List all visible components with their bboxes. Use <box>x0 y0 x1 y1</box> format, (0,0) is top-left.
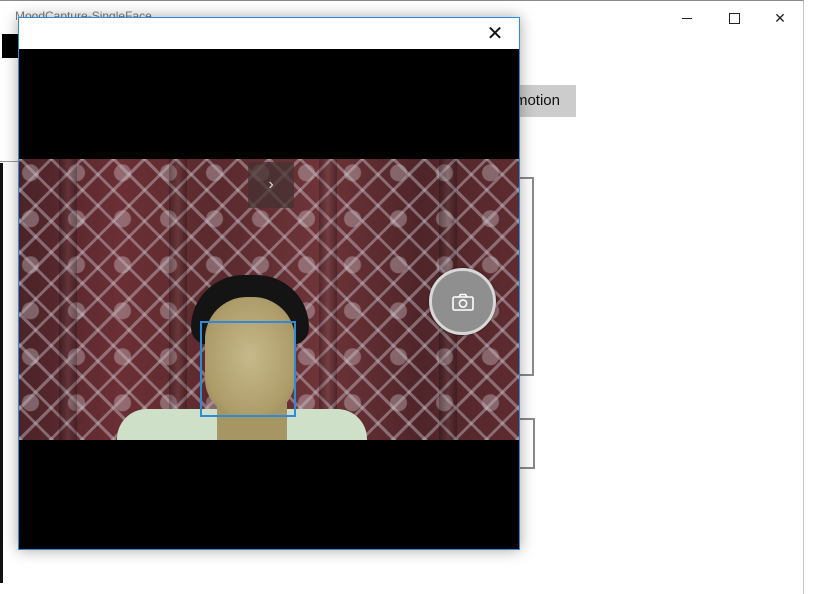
camera-capture-dialog: ✕ › <box>18 17 520 550</box>
close-icon: ✕ <box>774 9 786 26</box>
face-detection-box <box>200 321 296 417</box>
maximize-button[interactable] <box>711 5 757 31</box>
maximize-icon <box>728 12 740 24</box>
curtain-fold <box>169 159 187 440</box>
left-image-strip <box>0 163 3 583</box>
window-close-button[interactable]: ✕ <box>757 5 803 31</box>
minimize-button[interactable] <box>664 5 710 31</box>
curtain-fold <box>59 159 77 440</box>
dialog-titlebar: ✕ <box>19 18 519 49</box>
camera-icon <box>451 293 474 311</box>
camera-preview: › <box>19 159 519 440</box>
capture-photo-button[interactable] <box>429 268 496 335</box>
dialog-close-button[interactable]: ✕ <box>471 18 519 49</box>
expand-toolbar-button[interactable]: › <box>248 162 294 208</box>
left-divider <box>0 161 18 162</box>
close-icon: ✕ <box>486 23 504 45</box>
curtain-fold <box>319 159 337 440</box>
minimize-icon <box>682 17 692 19</box>
chevron-right-icon: › <box>268 176 274 193</box>
